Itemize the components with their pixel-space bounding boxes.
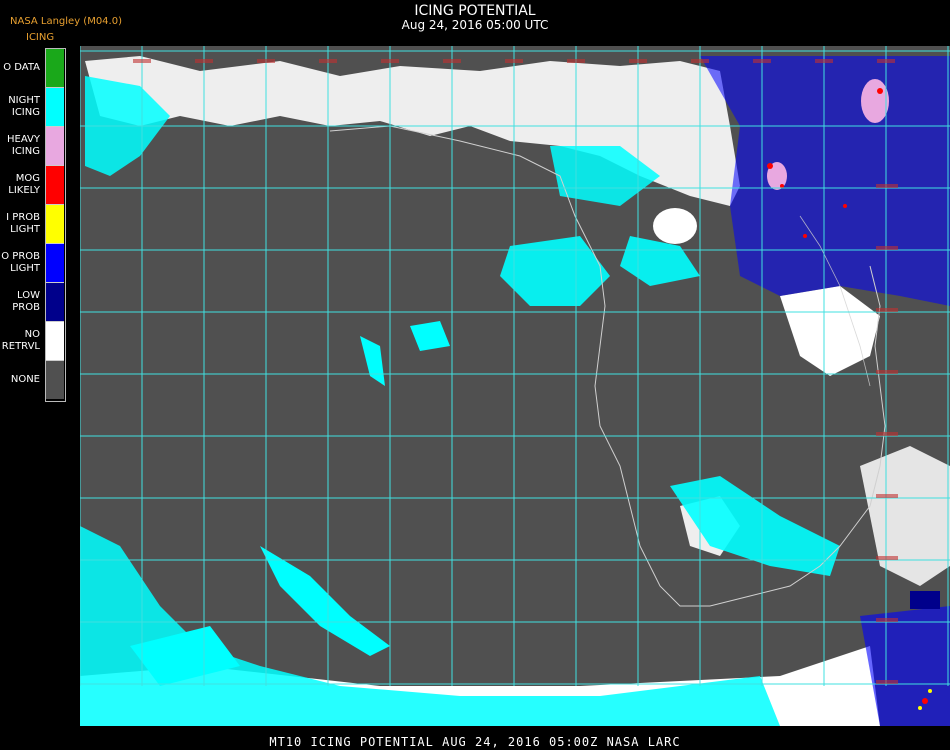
grid-label-mark: [567, 59, 585, 63]
legend-item: NONE: [0, 360, 66, 399]
legend-color-swatch: [46, 48, 64, 87]
grid-label-mark: [195, 59, 213, 63]
legend-item: NO RETRVL: [0, 321, 66, 360]
grid-label-mark: [629, 59, 647, 63]
legend-item: NIGHT ICING: [0, 87, 66, 126]
grid-label-mark: [876, 370, 898, 374]
legend-item: I PROB LIGHT: [0, 204, 66, 243]
legend-item-label: O PROB LIGHT: [1, 250, 40, 274]
grid-label-mark: [876, 556, 898, 560]
grid-label-mark: [443, 59, 461, 63]
legend: O DATA NIGHT ICING HEAVY ICING MOG LIKELY I …: [0, 48, 66, 399]
icing-map: [80, 46, 950, 726]
map-timestamp: Aug 24, 2016 05:00 UTC: [401, 18, 549, 32]
grid-label-mark: [876, 432, 898, 436]
map-title: ICING POTENTIAL: [414, 3, 536, 19]
legend-item: MOG LIKELY: [0, 165, 66, 204]
legend-item-label: MOG LIKELY: [8, 172, 40, 196]
grid-label-mark: [876, 246, 898, 250]
legend-item: O DATA: [0, 48, 66, 87]
legend-item-label: NONE: [10, 373, 40, 385]
grid-label-mark: [505, 59, 523, 63]
legend-heading: ICING: [26, 32, 55, 43]
grid-label-mark: [133, 59, 151, 63]
legend-color-swatch: [46, 243, 64, 282]
grid-label-mark: [877, 59, 895, 63]
grid-label-mark: [319, 59, 337, 63]
legend-color-swatch: [46, 204, 64, 243]
legend-color-swatch: [46, 360, 64, 399]
legend-color-swatch: [46, 282, 64, 321]
grid-label-mark: [753, 59, 771, 63]
grid-label-mark: [257, 59, 275, 63]
grid-label-mark: [876, 184, 898, 188]
grid-label-mark: [876, 308, 898, 312]
legend-item-label: NO RETRVL: [1, 328, 40, 352]
legend-color-swatch: [46, 165, 64, 204]
grid-label-mark: [876, 494, 898, 498]
legend-item: O PROB LIGHT: [0, 243, 66, 282]
legend-item: HEAVY ICING: [0, 126, 66, 165]
grid-label-mark: [691, 59, 709, 63]
grid-label-mark: [876, 618, 898, 622]
legend-color-swatch: [46, 87, 64, 126]
grid-label-mark: [876, 680, 898, 684]
legend-item-label: HEAVY ICING: [7, 133, 40, 157]
legend-color-swatch: [46, 126, 64, 165]
legend-item-label: O DATA: [3, 61, 40, 73]
legend-item-label: I PROB LIGHT: [6, 211, 40, 235]
legend-item-label: LOW PROB: [12, 289, 40, 313]
legend-color-swatch: [46, 321, 64, 360]
grid-label-mark: [815, 59, 833, 63]
grid-label-mark: [381, 59, 399, 63]
footer-caption: MT10 ICING POTENTIAL AUG 24, 2016 05:00Z…: [269, 735, 681, 749]
legend-item: LOW PROB: [0, 282, 66, 321]
legend-item-label: NIGHT ICING: [8, 94, 40, 118]
